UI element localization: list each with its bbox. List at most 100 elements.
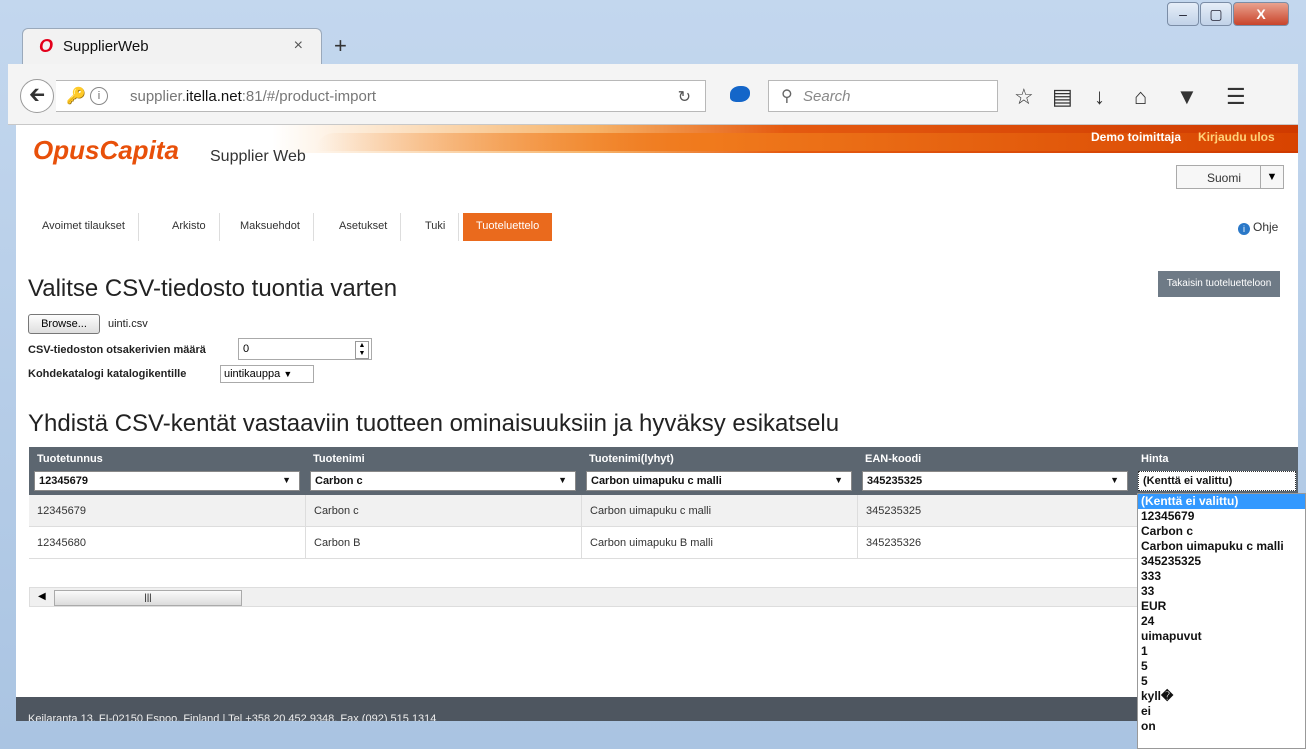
- chevron-down-icon: ▼: [1110, 475, 1119, 485]
- tab-asetukset[interactable]: Asetukset: [326, 213, 402, 241]
- footer-text: Keilaranta 13, FI-02150 Espoo, Finland |…: [28, 713, 437, 721]
- column-header: Tuotenimi: [313, 453, 365, 465]
- logo: OpusCapita: [33, 135, 179, 165]
- language-select[interactable]: Suomi ▼: [1176, 165, 1284, 189]
- logout-link[interactable]: Kirjaudu ulos: [1198, 130, 1275, 144]
- table-cell: Carbon c: [305, 495, 581, 527]
- grid-header: Tuotetunnus 12345679 ▼ Tuotenimi Carbon c…: [29, 447, 1298, 495]
- dropdown-option[interactable]: 5: [1138, 674, 1305, 689]
- tab-tuoteluettelo[interactable]: Tuoteluettelo: [463, 213, 553, 241]
- new-tab-button[interactable]: +: [334, 33, 347, 59]
- url-bar[interactable]: 🔑 i supplier.itella.net:81/#/product-imp…: [56, 80, 706, 112]
- grid-column: Tuotenimi(lyhyt) Carbon uimapuku c malli…: [581, 447, 857, 495]
- dropdown-option[interactable]: 12345679: [1138, 509, 1305, 524]
- language-value: Suomi: [1207, 171, 1242, 185]
- column-field-select[interactable]: (Kenttä ei valittu): [1138, 471, 1296, 491]
- horizontal-scrollbar[interactable]: ◀ |||: [29, 587, 1144, 607]
- search-icon: ⚲: [781, 88, 793, 105]
- browse-button[interactable]: Browse...: [28, 314, 100, 334]
- bookmark-star-icon[interactable]: ☆: [1014, 84, 1034, 110]
- column-field-select[interactable]: 345235325 ▼: [862, 471, 1128, 491]
- bird-extension-icon[interactable]: [730, 86, 750, 102]
- table-cell: Carbon uimapuku c malli: [581, 495, 857, 527]
- table-row: 12345679 Carbon c Carbon uimapuku c mall…: [29, 495, 1298, 527]
- table-cell: 12345680: [37, 537, 86, 549]
- user-name[interactable]: Demo toimittaja: [1091, 130, 1181, 144]
- dropdown-option[interactable]: Carbon c: [1138, 524, 1305, 539]
- dropdown-option[interactable]: EUR: [1138, 599, 1305, 614]
- minimize-button[interactable]: –: [1167, 2, 1199, 26]
- spinner-icon[interactable]: ▲ ▼: [355, 341, 369, 359]
- table-cell: 345235325: [857, 495, 1133, 527]
- column-field-select[interactable]: Carbon uimapuku c malli ▼: [586, 471, 852, 491]
- catalog-label: Kohdekatalogi katalogikentille: [28, 368, 187, 380]
- dropdown-option[interactable]: Carbon uimapuku c malli: [1138, 539, 1305, 554]
- column-header: Hinta: [1141, 453, 1169, 465]
- dropdown-option[interactable]: uimapuvut: [1138, 629, 1305, 644]
- chevron-down-icon: ▼: [282, 475, 291, 485]
- dropdown-option[interactable]: (Kenttä ei valittu): [1138, 494, 1305, 509]
- close-window-button[interactable]: X: [1233, 2, 1289, 26]
- mapping-title: Yhdistä CSV-kentät vastaaviin tuotteen o…: [28, 410, 840, 437]
- column-header: Tuotenimi(lyhyt): [589, 453, 674, 465]
- download-icon[interactable]: ↓: [1094, 84, 1105, 110]
- reload-icon[interactable]: ↻: [678, 87, 691, 107]
- chevron-down-icon: ▼: [1260, 166, 1283, 188]
- menu-icon[interactable]: ☰: [1226, 84, 1246, 110]
- table-cell: Carbon B: [305, 527, 581, 559]
- catalog-select[interactable]: uintikauppa ▼: [220, 365, 314, 383]
- header-rows-label: CSV-tiedoston otsakerivien määrä: [28, 344, 206, 356]
- table-cell: 12345679: [37, 505, 86, 517]
- column-field-select[interactable]: 12345679 ▼: [34, 471, 300, 491]
- dropdown-option[interactable]: 24: [1138, 614, 1305, 629]
- tab-close-button[interactable]: ×: [294, 37, 303, 55]
- column-header: EAN-koodi: [865, 453, 922, 465]
- dropdown-option[interactable]: 345235325: [1138, 554, 1305, 569]
- help-link[interactable]: i Ohje: [1238, 220, 1278, 235]
- scroll-left-icon[interactable]: ◀: [38, 591, 46, 602]
- chevron-down-icon: ▼: [283, 369, 293, 379]
- column-field-select[interactable]: Carbon c ▼: [310, 471, 576, 491]
- key-icon: 🔑: [66, 88, 86, 105]
- dropdown-option[interactable]: kyll�: [1138, 689, 1305, 704]
- chevron-down-icon: ▼: [558, 475, 567, 485]
- tab-title: SupplierWeb: [63, 38, 149, 55]
- table-cell: 345235326: [857, 527, 1133, 559]
- web-page: OpusCapita Supplier Web Demo toimittaja …: [16, 125, 1298, 721]
- dropdown-option[interactable]: 333: [1138, 569, 1305, 584]
- chevron-down-icon: ▼: [834, 475, 843, 485]
- grid-column: Tuotenimi Carbon c ▼: [305, 447, 581, 495]
- tab-arkisto[interactable]: Arkisto: [159, 213, 220, 241]
- tab-avoimet-tilaukset[interactable]: Avoimet tilaukset: [29, 213, 139, 241]
- page-title: Valitse CSV-tiedosto tuontia varten: [28, 275, 398, 302]
- page-footer: Keilaranta 13, FI-02150 Espoo, Finland |…: [16, 697, 1298, 721]
- logo-subtitle: Supplier Web: [210, 148, 306, 165]
- dropdown-option[interactable]: 1: [1138, 644, 1305, 659]
- field-dropdown-list[interactable]: (Kenttä ei valittu) 12345679 Carbon c Ca…: [1137, 493, 1306, 749]
- column-header: Tuotetunnus: [37, 453, 103, 465]
- info-icon[interactable]: i: [90, 87, 108, 105]
- grid-column: EAN-koodi 345235325 ▼: [857, 447, 1133, 495]
- tab-tuki[interactable]: Tuki: [412, 213, 460, 241]
- home-icon[interactable]: ⌂: [1134, 84, 1147, 110]
- scroll-thumb[interactable]: |||: [54, 590, 242, 606]
- maximize-button[interactable]: ▢: [1200, 2, 1232, 26]
- reading-list-icon[interactable]: ▤: [1052, 84, 1073, 110]
- tab-maksuehdot[interactable]: Maksuehdot: [227, 213, 314, 241]
- header-rows-input[interactable]: 0 ▲ ▼: [238, 338, 372, 360]
- opera-logo-icon: O: [39, 36, 54, 56]
- grid-column: Tuotetunnus 12345679 ▼: [29, 447, 305, 495]
- pocket-icon[interactable]: ▼: [1176, 84, 1198, 110]
- browser-tab[interactable]: O SupplierWeb ×: [22, 28, 322, 64]
- back-button[interactable]: 🡰: [20, 79, 54, 113]
- search-input[interactable]: ⚲ Search: [768, 80, 998, 112]
- table-cell: Carbon uimapuku B malli: [581, 527, 857, 559]
- dropdown-option[interactable]: 5: [1138, 659, 1305, 674]
- help-icon: i: [1238, 223, 1250, 235]
- dropdown-option[interactable]: 33: [1138, 584, 1305, 599]
- grid-column: Hinta (Kenttä ei valittu): [1133, 447, 1298, 495]
- file-name: uinti.csv: [108, 318, 148, 330]
- dropdown-option[interactable]: ei: [1138, 704, 1305, 719]
- back-to-catalog-button[interactable]: Takaisin tuoteluetteloon: [1158, 271, 1280, 297]
- dropdown-option[interactable]: on: [1138, 719, 1305, 734]
